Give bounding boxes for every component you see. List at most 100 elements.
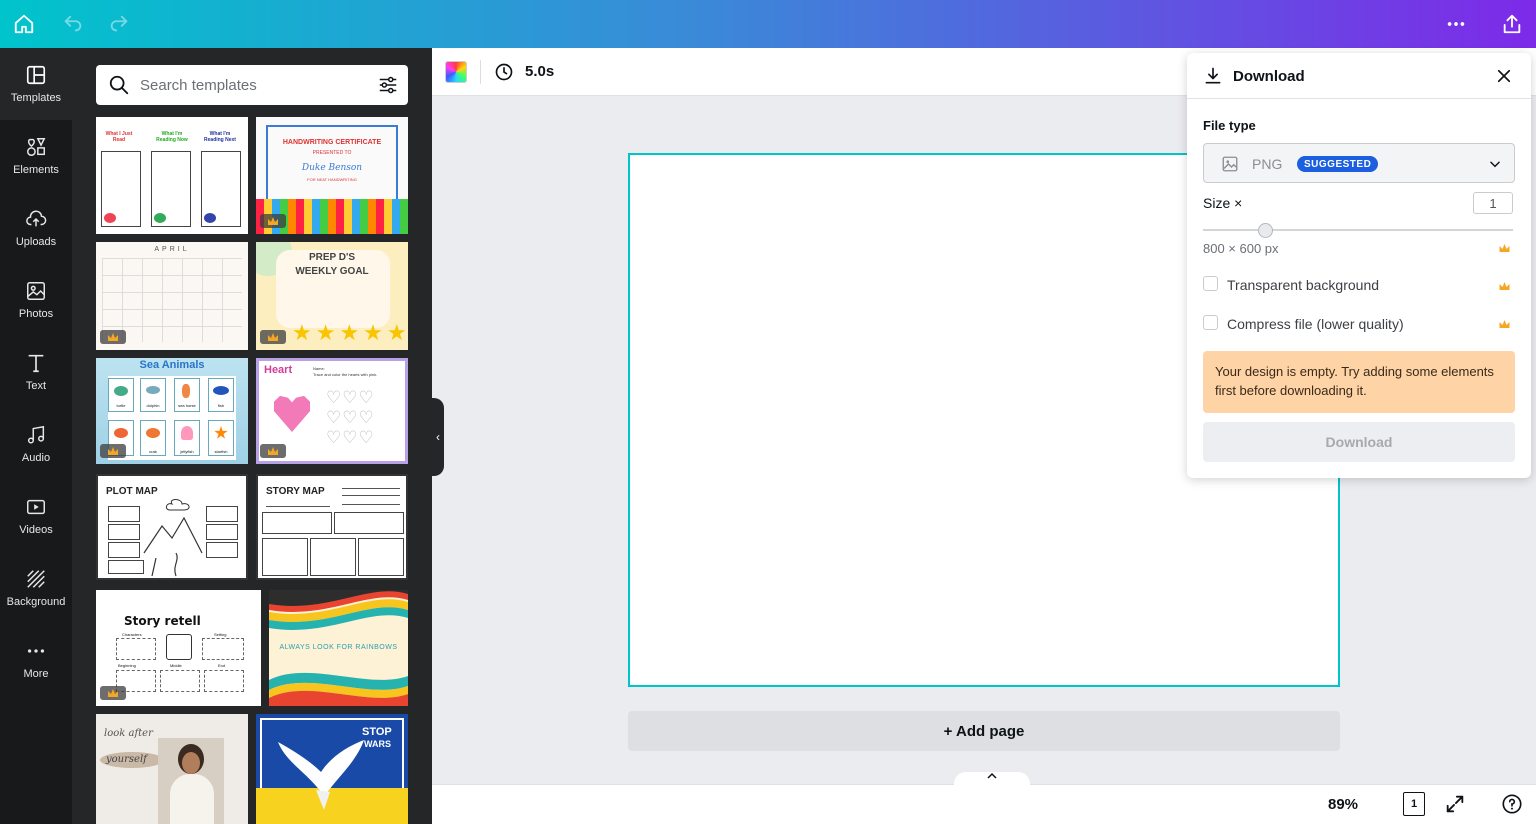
crown-icon: [1499, 282, 1510, 290]
timer-icon[interactable]: [494, 62, 514, 82]
transparent-background-label: Transparent background: [1227, 277, 1380, 293]
premium-badge: [260, 330, 286, 344]
template-text: Beginning: [118, 663, 136, 668]
close-icon[interactable]: [1495, 67, 1513, 85]
compress-file-checkbox[interactable]: [1203, 315, 1218, 330]
template-april-calendar[interactable]: APRIL: [96, 242, 248, 350]
background-color-button[interactable]: [445, 61, 467, 83]
template-text: FOR NEAT HANDWRITING: [307, 177, 357, 182]
filter-icon[interactable]: [377, 74, 399, 96]
size-input[interactable]: 1: [1473, 192, 1513, 214]
rail-item-templates[interactable]: Templates: [0, 48, 72, 120]
search-bar: [96, 65, 408, 105]
template-look-after-yourself[interactable]: look after yourself: [96, 714, 248, 824]
template-text: PLOT MAP: [106, 486, 158, 497]
template-text: Characters: [122, 632, 142, 637]
suggested-badge: SUGGESTED: [1297, 156, 1379, 172]
template-plot-map[interactable]: PLOT MAP: [96, 474, 248, 580]
template-text: Heart: [264, 364, 293, 376]
uploads-icon: [26, 210, 47, 227]
help-icon[interactable]: [1501, 793, 1523, 815]
home-icon: [14, 14, 34, 34]
redo-button[interactable]: [103, 8, 135, 40]
zoom-level[interactable]: 89%: [1328, 796, 1358, 813]
undo-button[interactable]: [57, 8, 89, 40]
rail-item-text[interactable]: Text: [0, 336, 72, 408]
crown-icon: [268, 447, 278, 455]
rail-item-videos[interactable]: Videos: [0, 480, 72, 552]
template-heart-tracing[interactable]: Heart Name: Trace and color the hearts w…: [256, 358, 408, 464]
template-story-map[interactable]: STORY MAP: [256, 474, 408, 580]
crown-icon: [1499, 244, 1510, 252]
text-icon: [28, 354, 44, 373]
show-pages-button[interactable]: [954, 772, 1030, 786]
crown-icon: [108, 333, 118, 341]
rail-item-uploads[interactable]: Uploads: [0, 192, 72, 264]
compress-file-label: Compress file (lower quality): [1227, 316, 1404, 332]
crown-icon: [108, 689, 118, 697]
more-icon: [1447, 22, 1465, 26]
rail-label: Audio: [21, 452, 51, 464]
collapse-panel-button[interactable]: ‹: [432, 398, 444, 476]
elements-icon: [27, 138, 46, 156]
template-text: jellyfish: [180, 449, 194, 454]
search-input[interactable]: [140, 73, 360, 97]
rail-item-elements[interactable]: Elements: [0, 120, 72, 192]
template-weekly-goal[interactable]: PREP D'S WEEKLY GOAL ★★★★★: [256, 242, 408, 350]
template-text: STORY MAP: [266, 486, 325, 497]
template-text: dolphin: [146, 403, 160, 408]
premium-badge: [100, 330, 126, 344]
template-always-look-for-rainbows[interactable]: ALWAYS LOOK FOR RAINBOWS: [269, 590, 408, 706]
template-text: What I'm Reading Next: [204, 131, 236, 143]
mountain-illustration: [143, 499, 203, 577]
template-text: APRIL: [154, 246, 190, 253]
template-story-retell[interactable]: Story retell Characters Setting Beginnin…: [96, 590, 261, 706]
size-label: Size ×: [1203, 195, 1243, 211]
share-button[interactable]: [1496, 8, 1528, 40]
download-icon: [1205, 67, 1221, 84]
transparent-background-checkbox[interactable]: [1203, 276, 1218, 291]
template-reading-tracker[interactable]: What I Just Read What I'm Reading Now Wh…: [96, 117, 248, 234]
fullscreen-icon[interactable]: [1444, 793, 1466, 815]
hearts-decoration: ♡♡♡ ♡♡♡ ♡♡♡: [326, 388, 375, 447]
template-sea-animals[interactable]: Sea Animals turtle dolphin sea horse fis…: [96, 358, 248, 464]
size-slider-track[interactable]: [1203, 229, 1513, 231]
rail-item-more[interactable]: More: [0, 624, 72, 696]
template-text: End: [218, 663, 226, 668]
template-text: Middle: [170, 663, 182, 668]
dove-illustration: [278, 740, 364, 810]
crown-icon: [268, 217, 278, 225]
page-count-button[interactable]: 1: [1403, 792, 1425, 816]
template-text: yourself: [106, 754, 147, 765]
template-text: What I'm Reading Now: [156, 131, 188, 143]
template-handwriting-certificate[interactable]: HANDWRITING CERTIFICATE PRESENTED TO Duk…: [256, 117, 408, 234]
add-page-button[interactable]: + Add page: [628, 711, 1340, 751]
download-title: Download: [1233, 68, 1305, 85]
rail-label: Videos: [19, 524, 53, 536]
top-bar: [0, 0, 1536, 48]
rail-item-background[interactable]: Background: [0, 552, 72, 624]
rail-label: Photos: [18, 308, 54, 320]
rail-item-audio[interactable]: Audio: [0, 408, 72, 480]
share-icon: [1503, 14, 1521, 34]
templates-icon: [26, 65, 46, 85]
side-rail: Templates Elements Uploads Photos Text A…: [0, 48, 72, 824]
file-type-select[interactable]: PNG SUGGESTED: [1203, 143, 1515, 183]
duration-label[interactable]: 5.0s: [525, 63, 554, 80]
home-button[interactable]: [8, 8, 40, 40]
rail-label: Background: [6, 596, 66, 608]
download-button[interactable]: Download: [1203, 422, 1515, 462]
template-text: crab: [149, 449, 157, 454]
more-options-button[interactable]: [1440, 8, 1472, 40]
template-text: sea horse: [178, 403, 196, 408]
template-text: ALWAYS LOOK FOR RAINBOWS: [279, 644, 398, 651]
template-text: Story retell: [124, 614, 201, 628]
size-slider-handle[interactable]: [1257, 223, 1273, 238]
template-text: Trace and color the hearts with pink.: [313, 372, 378, 377]
rail-item-photos[interactable]: Photos: [0, 264, 72, 336]
template-text: Setting: [214, 632, 227, 637]
videos-icon: [27, 499, 45, 515]
template-text: turtle: [116, 403, 126, 408]
template-stop-wars[interactable]: STOP WARS: [256, 714, 408, 824]
undo-icon: [64, 15, 82, 32]
